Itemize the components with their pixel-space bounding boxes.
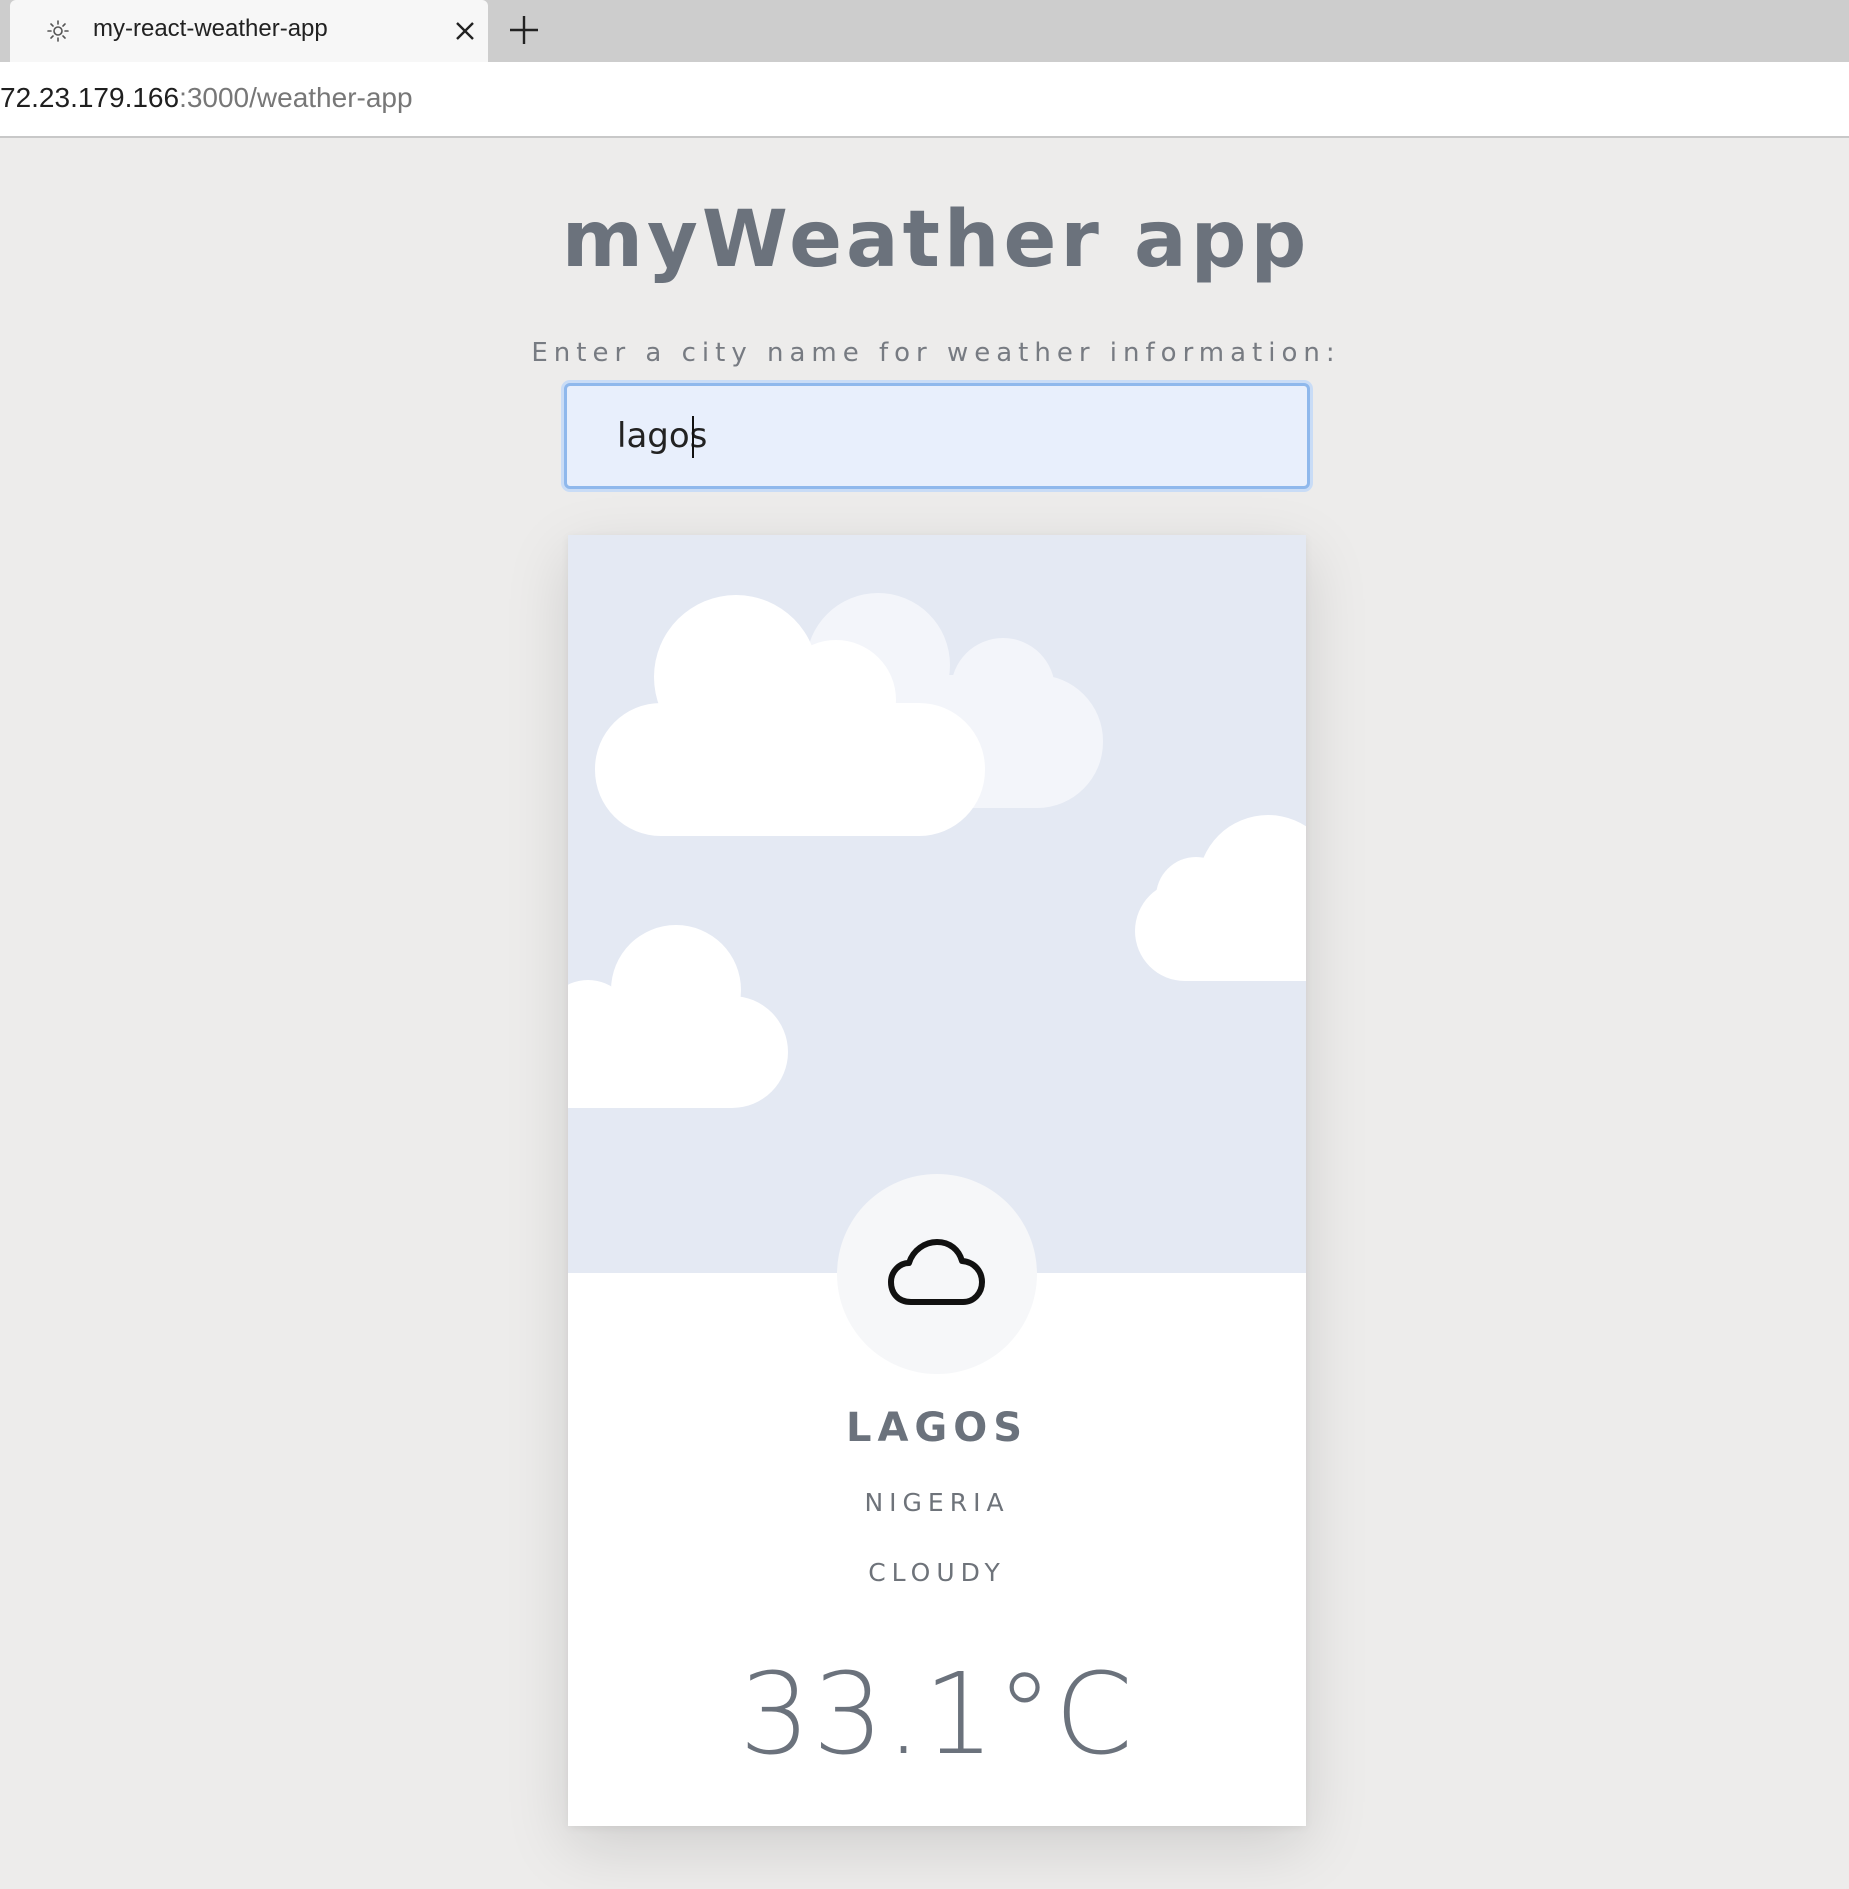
- browser-tab[interactable]: my-react-weather-app: [10, 0, 488, 62]
- page-title: myWeather app: [561, 195, 1311, 285]
- new-tab-icon[interactable]: [508, 14, 540, 46]
- weather-card: LAGOS NIGERIA CLOUDY 33.1°C: [568, 535, 1306, 1826]
- sun-icon: [46, 19, 70, 43]
- text-caret: [692, 416, 694, 458]
- city-name: LAGOS: [845, 1405, 1029, 1451]
- cloud-icon: [888, 1239, 985, 1305]
- sky-illustration: [568, 535, 1306, 1273]
- weather-condition: CLOUDY: [868, 1558, 1006, 1587]
- tab-title: my-react-weather-app: [93, 15, 328, 42]
- url-text[interactable]: 72.23.179.166:3000/weather-app: [0, 82, 413, 114]
- search-prompt-label: Enter a city name for weather informatio…: [531, 338, 1341, 368]
- country-name: NIGERIA: [864, 1488, 1010, 1517]
- url-host: 72.23.179.166: [0, 82, 180, 113]
- temperature: 33.1°C: [739, 1650, 1135, 1780]
- close-tab-icon[interactable]: [452, 18, 478, 44]
- url-path: :3000/weather-app: [179, 82, 413, 113]
- city-search-input[interactable]: [564, 383, 1310, 489]
- address-bar[interactable]: 72.23.179.166:3000/weather-app: [0, 62, 1849, 138]
- clouds-illustration: [568, 593, 1306, 1108]
- weather-icon-badge: [837, 1174, 1037, 1374]
- browser-tab-bar: my-react-weather-app: [0, 0, 1849, 62]
